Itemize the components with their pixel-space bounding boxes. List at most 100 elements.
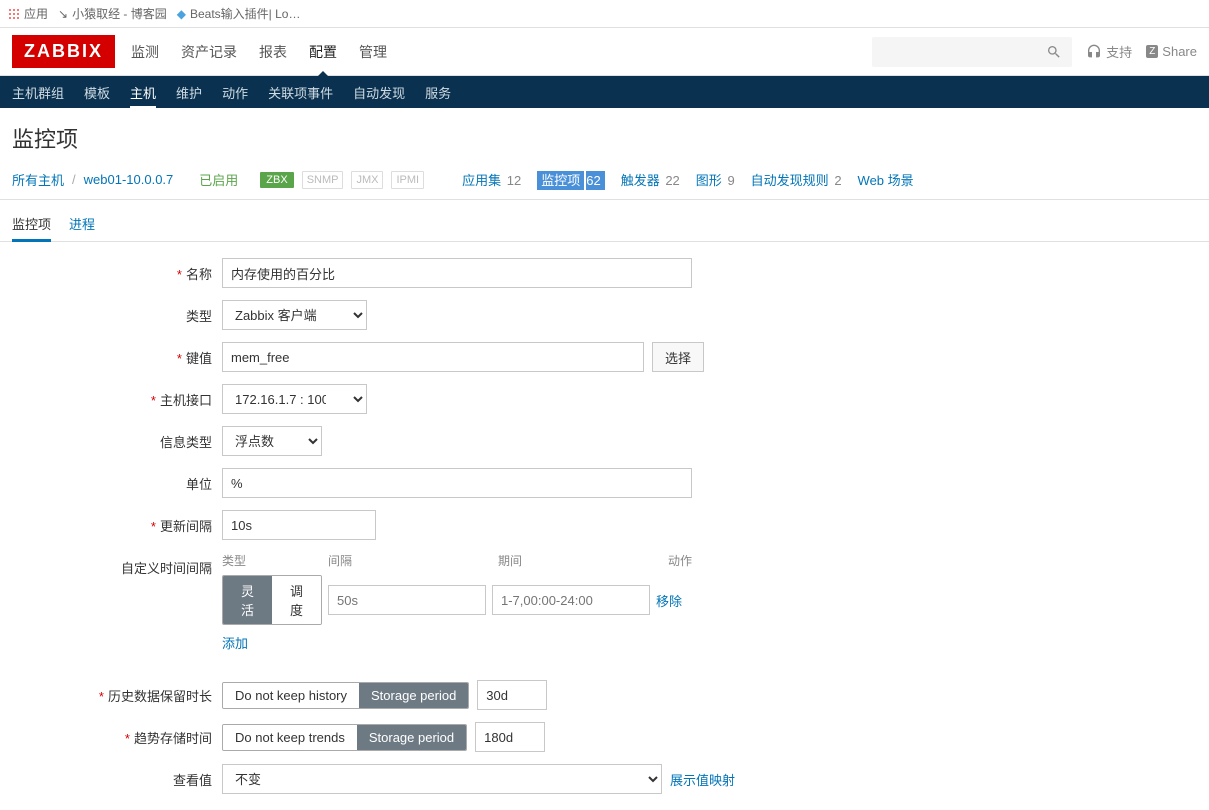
share-link[interactable]: Z Share	[1146, 44, 1197, 59]
history-toggle: Do not keep history Storage period	[222, 682, 469, 709]
main-header: ZABBIX 监测 资产记录 报表 配置 管理 支持 Z Share	[0, 28, 1209, 76]
headset-icon	[1086, 44, 1102, 60]
bookmark-apps[interactable]: 应用	[8, 5, 48, 22]
nav-monitoring[interactable]: 监测	[131, 28, 159, 76]
input-trends[interactable]	[475, 722, 545, 752]
remove-interval-link[interactable]: 移除	[656, 591, 682, 610]
subnav-services[interactable]: 服务	[425, 76, 451, 109]
crumb-all-hosts[interactable]: 所有主机	[12, 170, 64, 189]
bookmark-blog[interactable]: ↘ 小猿取经 - 博客园	[58, 5, 167, 22]
input-update-interval[interactable]	[222, 510, 376, 540]
add-interval-link[interactable]: 添加	[222, 636, 248, 651]
row-type: 类型 Zabbix 客户端	[12, 300, 1197, 330]
nav-items[interactable]: 监控项62	[537, 170, 604, 189]
subnav-hostgroups[interactable]: 主机群组	[12, 76, 64, 109]
host-status-enabled: 已启用	[199, 170, 238, 189]
hdr-period: 期间	[498, 552, 662, 569]
logo[interactable]: ZABBIX	[12, 35, 115, 68]
bookmark-beats[interactable]: ◆ Beats输入插件| Lo…	[177, 5, 301, 22]
label-key: *键值	[12, 342, 222, 367]
interval-row: 灵活 调度 移除	[222, 575, 1197, 625]
trends-toggle: Do not keep trends Storage period	[222, 724, 467, 751]
toggle-flexible[interactable]: 灵活	[223, 576, 272, 624]
row-update-interval: *更新间隔	[12, 510, 1197, 540]
row-infotype: 信息类型 浮点数	[12, 426, 1197, 456]
label-infotype: 信息类型	[12, 426, 222, 451]
form-area: *名称 类型 Zabbix 客户端 *键值 选择 *主机接口 172.16.1.…	[0, 242, 1209, 810]
nav-administration[interactable]: 管理	[359, 28, 387, 76]
row-name: *名称	[12, 258, 1197, 288]
nav-configuration[interactable]: 配置	[309, 28, 337, 76]
row-interface: *主机接口 172.16.1.7 : 10050	[12, 384, 1197, 414]
crumb-host[interactable]: web01-10.0.0.7	[84, 172, 174, 187]
subnav-discovery[interactable]: 自动发现	[353, 76, 405, 109]
row-key: *键值 选择	[12, 342, 1197, 372]
nav-triggers[interactable]: 触发器 22	[621, 170, 680, 189]
page-title-row: 监控项	[0, 108, 1209, 164]
interval-header: 类型 间隔 期间 动作	[222, 552, 1197, 569]
select-view-value[interactable]: 不变	[222, 764, 662, 794]
nav-inventory[interactable]: 资产记录	[181, 28, 237, 76]
select-key-button[interactable]: 选择	[652, 342, 704, 372]
search-box[interactable]	[872, 37, 1072, 67]
label-history: *历史数据保留时长	[12, 680, 222, 705]
tab-process[interactable]: 进程	[69, 208, 95, 241]
nav-reports[interactable]: 报表	[259, 28, 287, 76]
hdr-interval: 间隔	[328, 552, 492, 569]
select-type[interactable]: Zabbix 客户端	[222, 300, 367, 330]
label-unit: 单位	[12, 468, 222, 493]
subnav-hosts[interactable]: 主机	[130, 76, 156, 109]
input-interval-delay[interactable]	[328, 585, 486, 615]
form-tabs: 监控项 进程	[0, 200, 1209, 242]
header-right: 支持 Z Share	[872, 37, 1197, 67]
browser-bookmarks-bar: 应用 ↘ 小猿取经 - 博客园 ◆ Beats输入插件| Lo…	[0, 0, 1209, 28]
subnav-correlation[interactable]: 关联项事件	[268, 76, 333, 109]
zbx-badge[interactable]: ZBX	[260, 172, 293, 188]
label-view-value: 查看值	[12, 764, 222, 789]
sub-nav: 主机群组 模板 主机 维护 动作 关联项事件 自动发现 服务	[0, 76, 1209, 108]
nav-discovery-rules[interactable]: 自动发现规则 2	[751, 170, 842, 189]
nav-applications[interactable]: 应用集 12	[462, 170, 521, 189]
nav-web-scenarios[interactable]: Web 场景	[858, 170, 914, 189]
hdr-type: 类型	[222, 552, 322, 569]
toggle-trends-period[interactable]: Storage period	[357, 725, 466, 750]
toggle-scheduling[interactable]: 调度	[272, 576, 321, 624]
toggle-no-history[interactable]: Do not keep history	[223, 683, 359, 708]
row-history: *历史数据保留时长 Do not keep history Storage pe…	[12, 680, 1197, 710]
nav-graphs[interactable]: 图形 9	[696, 170, 735, 189]
subnav-actions[interactable]: 动作	[222, 76, 248, 109]
subnav-templates[interactable]: 模板	[84, 76, 110, 109]
input-interval-period[interactable]	[492, 585, 650, 615]
apps-grid-icon	[8, 8, 20, 20]
row-trends: *趋势存储时间 Do not keep trends Storage perio…	[12, 722, 1197, 752]
label-interface: *主机接口	[12, 384, 222, 409]
snmp-badge[interactable]: SNMP	[302, 171, 344, 189]
toggle-no-trends[interactable]: Do not keep trends	[223, 725, 357, 750]
label-type: 类型	[12, 300, 222, 325]
tab-item[interactable]: 监控项	[12, 208, 51, 242]
ipmi-badge[interactable]: IPMI	[391, 171, 424, 189]
main-nav: 监测 资产记录 报表 配置 管理	[131, 28, 872, 76]
show-mapping-link[interactable]: 展示值映射	[670, 770, 735, 789]
input-history[interactable]	[477, 680, 547, 710]
jmx-badge[interactable]: JMX	[351, 171, 383, 189]
row-custom-interval: 自定义时间间隔 类型 间隔 期间 动作 灵活 调度 移除	[12, 552, 1197, 652]
z-badge-icon: Z	[1146, 45, 1158, 58]
page-title: 监控项	[12, 122, 1197, 154]
label-update-interval: *更新间隔	[12, 510, 222, 535]
interval-table: 类型 间隔 期间 动作 灵活 调度 移除 添加	[222, 552, 1197, 652]
breadcrumb-row: 所有主机 / web01-10.0.0.7 已启用 ZBX SNMP JMX I…	[0, 164, 1209, 200]
subnav-maintenance[interactable]: 维护	[176, 76, 202, 109]
select-interface[interactable]: 172.16.1.7 : 10050	[222, 384, 367, 414]
input-name[interactable]	[222, 258, 692, 288]
search-icon	[1046, 44, 1062, 60]
crumb-sep: /	[72, 172, 76, 187]
input-unit[interactable]	[222, 468, 692, 498]
toggle-history-period[interactable]: Storage period	[359, 683, 468, 708]
input-key[interactable]	[222, 342, 644, 372]
support-link[interactable]: 支持	[1086, 42, 1132, 61]
select-infotype[interactable]: 浮点数	[222, 426, 322, 456]
label-custom-interval: 自定义时间间隔	[12, 552, 222, 577]
hdr-action: 动作	[668, 552, 728, 569]
interval-type-toggle: 灵活 调度	[222, 575, 322, 625]
